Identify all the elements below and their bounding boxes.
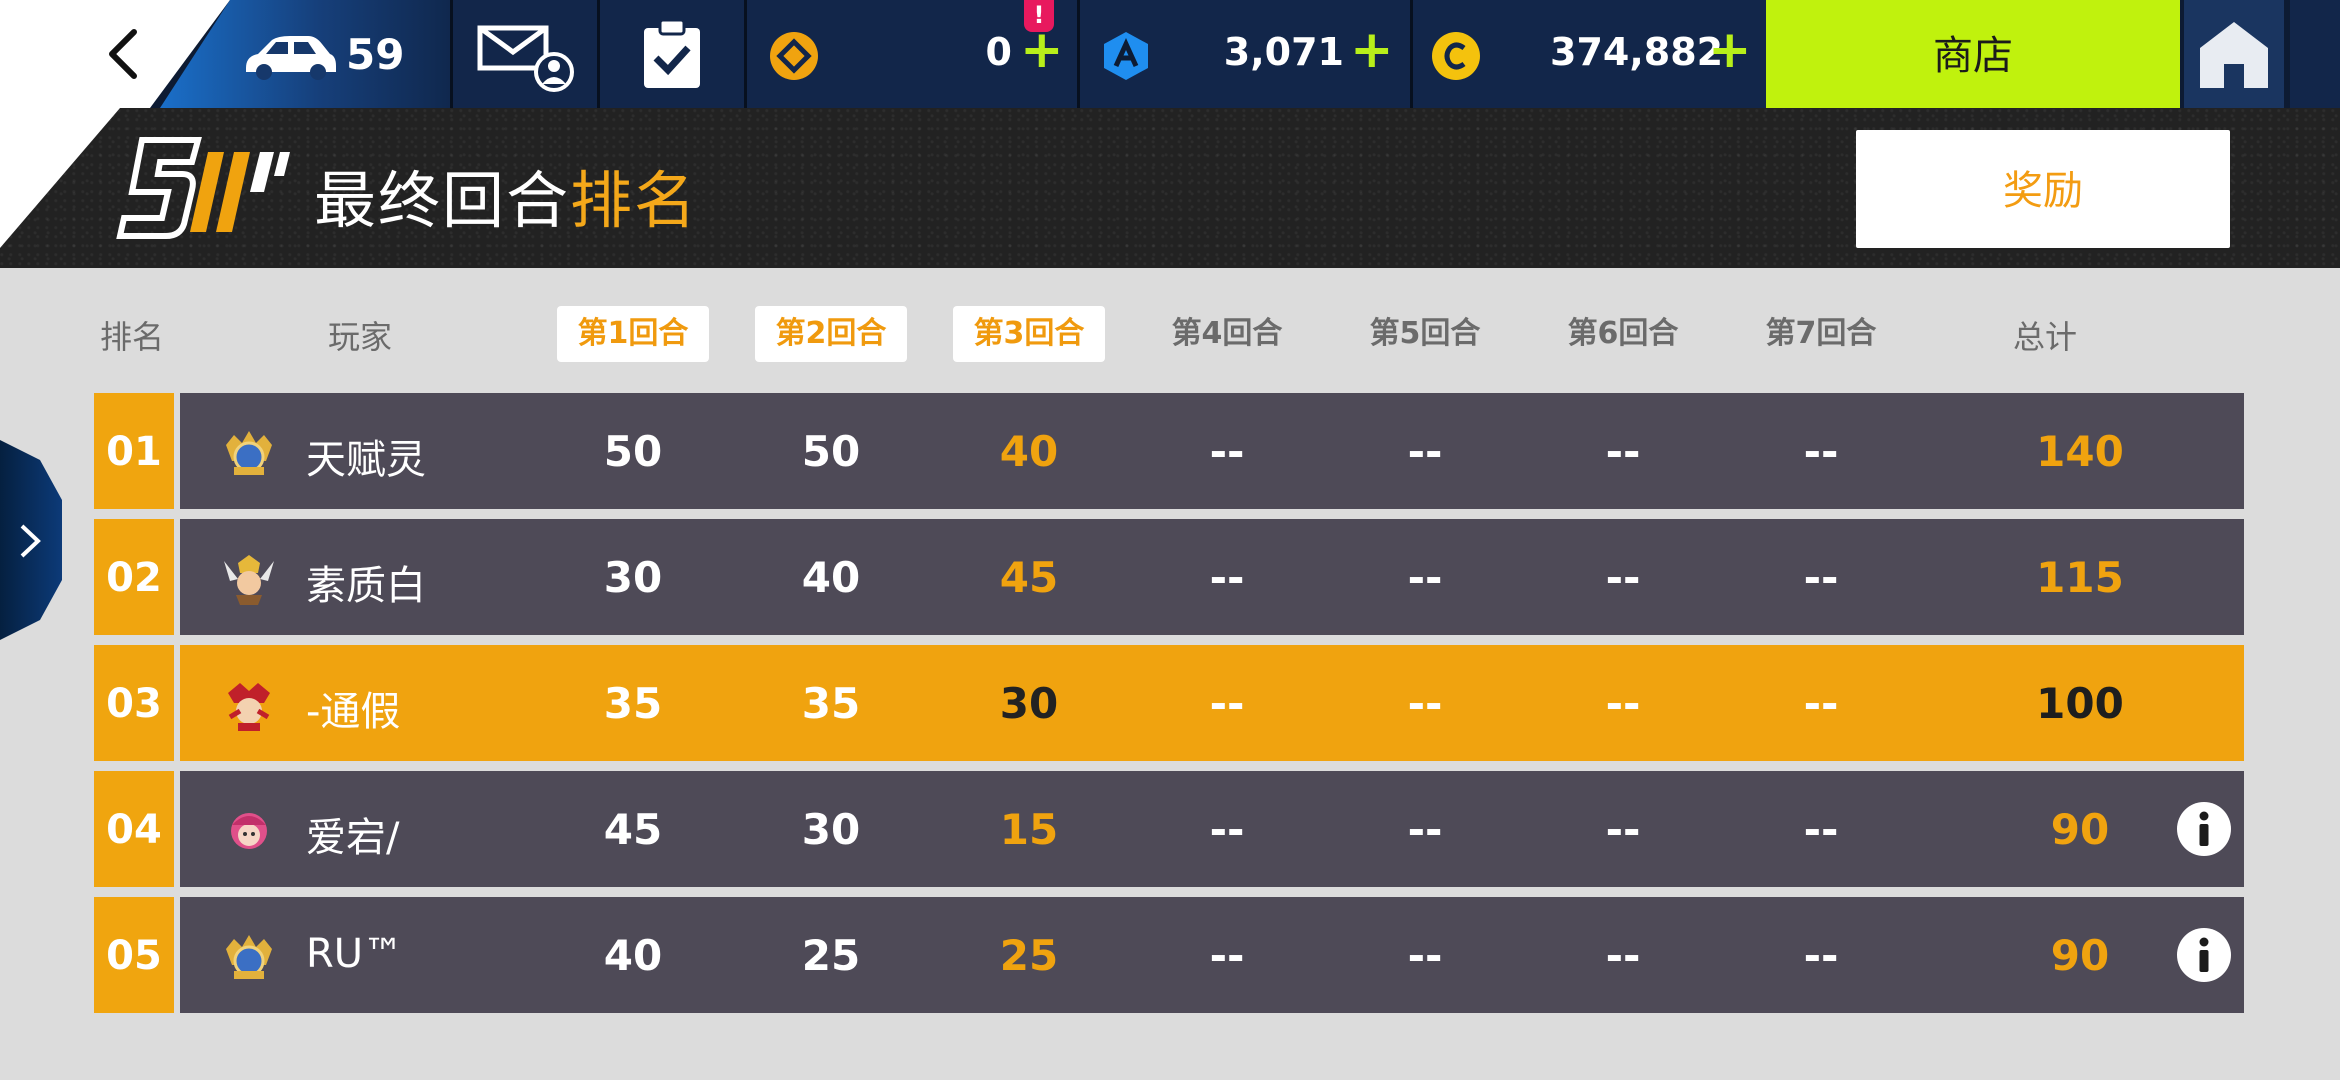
column-header-player: 玩家 — [327, 318, 392, 356]
round-score: 35 — [603, 679, 663, 728]
round-score: 45 — [999, 553, 1059, 602]
round-score: 40 — [801, 553, 861, 602]
player-avatar-icon — [226, 431, 272, 475]
ranking-row-current-player[interactable]: 03 -通假 35 35 30 -- -- -- -- 100 — [94, 645, 2244, 761]
total-score: 90 — [2050, 805, 2110, 854]
round-score: -- — [1407, 553, 1443, 602]
chevron-right-icon[interactable] — [14, 520, 44, 562]
ranking-row[interactable]: 05 RU™ 40 25 25 -- -- -- -- 90 — [94, 897, 2244, 1013]
column-header-total: 总计 — [2012, 318, 2077, 356]
column-header-round-7: 第7回合 — [1765, 316, 1877, 351]
round-score: -- — [1803, 931, 1839, 980]
player-name: RU™ — [306, 931, 404, 977]
round-score: -- — [1407, 679, 1443, 728]
alert-badge: ! — [1024, 0, 1054, 32]
column-header-rank: 排名 — [100, 318, 165, 356]
rank-number: 05 — [94, 897, 174, 1013]
round-score: -- — [1209, 553, 1245, 602]
info-icon[interactable] — [2176, 801, 2232, 857]
player-name: 天赋灵 — [306, 437, 426, 483]
ranking-row[interactable]: 02 素质白 30 40 45 -- -- -- -- 115 — [94, 519, 2244, 635]
round-score: -- — [1407, 427, 1443, 476]
player-name: 爱宕/ — [306, 815, 400, 861]
round-score: 15 — [999, 805, 1059, 854]
player-avatar-icon — [228, 683, 270, 731]
player-avatar-icon — [231, 813, 267, 849]
game-logo — [116, 137, 290, 239]
round-score: 30 — [801, 805, 861, 854]
round-score: 45 — [603, 805, 663, 854]
player-name: -通假 — [306, 689, 401, 735]
round-score: 40 — [603, 931, 663, 980]
column-header-round-5: 第5回合 — [1369, 316, 1481, 351]
rank-number: 02 — [94, 519, 174, 635]
round-score: -- — [1407, 931, 1443, 980]
c-currency-icon — [1432, 32, 1480, 80]
top-bar-edge — [2290, 0, 2340, 108]
car-icon — [246, 36, 336, 80]
column-header-round-3: 第3回合 — [953, 306, 1105, 362]
a-currency-icon — [1104, 32, 1148, 80]
round-score: 35 — [801, 679, 861, 728]
page-title: 最终回合排名 — [314, 150, 698, 240]
player-avatar-icon — [226, 935, 272, 979]
token-icon — [770, 32, 818, 80]
a-currency-add-button[interactable]: + — [1350, 22, 1394, 78]
round-score: -- — [1605, 805, 1641, 854]
rank-number: 01 — [94, 393, 174, 509]
round-score: -- — [1803, 427, 1839, 476]
column-header-round-6: 第6回合 — [1567, 316, 1679, 351]
round-score: 50 — [801, 427, 861, 476]
a-currency-value: 3,071 — [1223, 30, 1344, 74]
round-score: -- — [1803, 679, 1839, 728]
clipboard-icon[interactable] — [640, 16, 704, 92]
column-header-round-1: 第1回合 — [557, 306, 709, 362]
shop-button[interactable]: 商店 — [1766, 0, 2180, 108]
ranking-row[interactable]: 04 爱宕/ 45 30 15 -- -- -- -- 90 — [94, 771, 2244, 887]
round-score: -- — [1209, 805, 1245, 854]
round-score: -- — [1605, 931, 1641, 980]
round-score: 50 — [603, 427, 663, 476]
car-count: 59 — [346, 30, 405, 79]
player-avatar-icon — [224, 555, 274, 605]
total-score: 140 — [2036, 427, 2124, 476]
total-score: 90 — [2050, 931, 2110, 980]
round-score: -- — [1605, 679, 1641, 728]
round-score: -- — [1407, 805, 1443, 854]
rank-number: 04 — [94, 771, 174, 887]
page-title-main: 最终回合 — [314, 164, 571, 237]
home-icon[interactable] — [2196, 18, 2272, 92]
column-header-round-2: 第2回合 — [755, 306, 907, 362]
column-header-round-4: 第4回合 — [1171, 316, 1283, 351]
round-score: -- — [1209, 427, 1245, 476]
total-score: 100 — [2036, 679, 2124, 728]
round-score: 25 — [801, 931, 861, 980]
round-score: -- — [1209, 679, 1245, 728]
round-score: 30 — [603, 553, 663, 602]
round-score: -- — [1803, 805, 1839, 854]
credits-value: 374,882 — [1550, 30, 1724, 74]
rank-number: 03 — [94, 645, 174, 761]
player-name: 素质白 — [306, 563, 426, 609]
round-score: -- — [1803, 553, 1839, 602]
round-score: 40 — [999, 427, 1059, 476]
round-score: -- — [1209, 931, 1245, 980]
total-score: 115 — [2036, 553, 2124, 602]
page-title-accent: 排名 — [570, 164, 699, 237]
round-score: 30 — [999, 679, 1059, 728]
token-value: 0 — [985, 30, 1012, 74]
info-icon[interactable] — [2176, 927, 2232, 983]
mail-icon[interactable] — [476, 22, 580, 92]
ranking-row[interactable]: 01 天赋灵 50 50 40 -- -- -- -- 140 — [94, 393, 2244, 509]
round-score: -- — [1605, 553, 1641, 602]
back-icon[interactable] — [100, 26, 150, 82]
round-score: 25 — [999, 931, 1059, 980]
round-score: -- — [1605, 427, 1641, 476]
credits-add-button[interactable]: + — [1708, 22, 1752, 78]
reward-button[interactable]: 奖励 — [1856, 130, 2230, 248]
